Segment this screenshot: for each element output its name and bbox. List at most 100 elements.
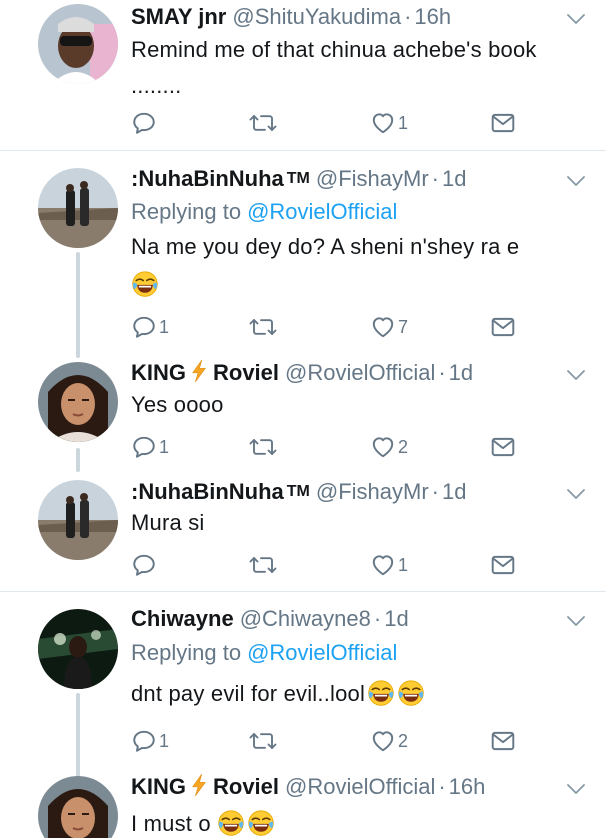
tweet-text-line: Yes oooo [131, 392, 224, 417]
chevron-down-icon[interactable] [566, 782, 586, 796]
reply-button[interactable]: 1 [131, 312, 169, 342]
tweet[interactable]: Chiwayne @Chiwayne8 · 1d Replying to @Roviel… [0, 592, 606, 770]
display-name[interactable]: :NuhaBinNuha [131, 479, 284, 504]
timestamp[interactable]: 1d [442, 479, 466, 504]
timestamp[interactable]: 16h [449, 774, 486, 799]
trademark: TM [286, 483, 310, 500]
user-handle[interactable]: @ShituYakudima [232, 4, 401, 29]
display-name[interactable]: KING Roviel [131, 774, 279, 799]
tweet-header: KING Roviel @RovielOfficial · 16h [131, 772, 566, 802]
separator-dot: · [404, 4, 412, 29]
like-count: 1 [398, 554, 409, 575]
like-button[interactable]: 1 [370, 550, 408, 580]
reply-button[interactable] [131, 108, 159, 138]
chevron-down-icon[interactable] [566, 487, 586, 501]
retweet-button[interactable] [248, 108, 278, 138]
chevron-down-icon[interactable] [566, 614, 586, 628]
display-name[interactable]: KING Roviel [131, 360, 279, 385]
face-with-tears-of-joy-icon [217, 809, 245, 837]
face-with-tears-of-joy-icon [397, 679, 425, 707]
user-handle[interactable]: @RovielOfficial [285, 360, 435, 385]
mail-icon [490, 434, 516, 460]
direct-message-button[interactable] [490, 108, 516, 138]
chevron-down-icon[interactable] [566, 368, 586, 382]
user-handle[interactable]: @FishayMr [316, 166, 429, 191]
tweet[interactable]: :NuhaBinNuha TM @FishayMr · 1d Replying to @R… [0, 151, 606, 348]
display-name-part: KING [131, 774, 186, 799]
retweet-button[interactable] [248, 312, 278, 342]
timestamp[interactable]: 1d [442, 166, 466, 191]
direct-message-button[interactable] [490, 550, 516, 580]
timestamp[interactable]: 1d [384, 606, 408, 631]
face-with-tears-of-joy-icon [247, 809, 275, 837]
reply-icon [131, 728, 157, 754]
separator-dot: · [438, 360, 446, 385]
like-count: 2 [398, 436, 409, 457]
tweet-text-line: Remind me of that chinua achebe's book [131, 37, 537, 62]
direct-message-button[interactable] [490, 726, 516, 756]
retweet-icon [248, 435, 278, 459]
avatar[interactable] [38, 609, 118, 689]
user-handle[interactable]: @FishayMr [316, 479, 429, 504]
reply-button[interactable] [131, 550, 159, 580]
timestamp[interactable]: 1d [449, 360, 473, 385]
like-count: 7 [398, 316, 409, 337]
direct-message-button[interactable] [490, 312, 516, 342]
reply-icon [131, 110, 157, 136]
display-name[interactable]: SMAY jnr [131, 4, 226, 29]
tweet-header: :NuhaBinNuha TM @FishayMr · 1d [131, 164, 566, 194]
retweet-button[interactable] [248, 726, 278, 756]
mail-icon [490, 728, 516, 754]
retweet-button[interactable] [248, 432, 278, 462]
tweet[interactable]: KING Roviel @RovielOfficial · 16h I must o [0, 770, 606, 838]
avatar[interactable] [38, 362, 118, 442]
like-button[interactable]: 1 [370, 108, 408, 138]
direct-message-button[interactable] [490, 432, 516, 462]
chevron-down-icon[interactable] [566, 174, 586, 188]
lightning-bolt-icon [190, 359, 208, 383]
like-button[interactable]: 2 [370, 726, 408, 756]
tweet-text: Remind me of that chinua achebe's book .… [131, 34, 586, 102]
tweet[interactable]: KING Roviel @RovielOfficial · 1d Yes oooo 1 … [0, 348, 606, 465]
user-handle[interactable]: @Chiwayne8 [240, 606, 371, 631]
display-name-part: Roviel [213, 774, 280, 799]
replying-to: Replying to @RovielOfficial [131, 197, 397, 227]
display-name[interactable]: :NuhaBinNuha [131, 166, 284, 191]
avatar[interactable] [38, 776, 118, 838]
tweet[interactable]: SMAY jnr @ShituYakudima · 16h Remind me of … [0, 0, 606, 150]
user-handle[interactable]: @RovielOfficial [285, 774, 435, 799]
reply-icon [131, 314, 157, 340]
tweet[interactable]: :NuhaBinNuha TM @FishayMr · 1d Mura si 1 [0, 465, 606, 590]
trademark: TM [286, 170, 310, 187]
face-with-tears-of-joy-icon [131, 270, 159, 298]
like-button[interactable]: 7 [370, 312, 408, 342]
separator-dot: · [431, 166, 439, 191]
retweet-icon [248, 111, 278, 135]
reply-count: 1 [159, 316, 170, 337]
retweet-button[interactable] [248, 550, 278, 580]
mail-icon [490, 110, 516, 136]
tweet-text-line: dnt pay evil for evil..lool [131, 681, 366, 706]
display-name-part: KING [131, 360, 186, 385]
tweet-text: Yes oooo [131, 389, 586, 421]
like-count: 1 [398, 112, 409, 133]
tweet-actions: 1 2 [0, 726, 606, 756]
avatar[interactable] [38, 480, 118, 560]
timestamp[interactable]: 16h [414, 4, 451, 29]
tweet-actions: 1 7 [0, 312, 606, 342]
tweet-actions: 1 [0, 550, 606, 580]
reply-button[interactable]: 1 [131, 726, 169, 756]
heart-icon [370, 728, 396, 754]
tweet-header: Chiwayne @Chiwayne8 · 1d [131, 604, 566, 634]
chevron-down-icon[interactable] [566, 12, 586, 26]
avatar[interactable] [38, 4, 118, 84]
like-button[interactable]: 2 [370, 432, 408, 462]
avatar[interactable] [38, 168, 118, 248]
display-name-part: Roviel [213, 360, 280, 385]
heart-icon [370, 314, 396, 340]
replying-to: Replying to @RovielOfficial [131, 638, 397, 668]
mention-link[interactable]: @RovielOfficial [247, 199, 397, 224]
display-name[interactable]: Chiwayne [131, 606, 234, 631]
reply-button[interactable]: 1 [131, 432, 169, 462]
mention-link[interactable]: @RovielOfficial [247, 640, 397, 665]
